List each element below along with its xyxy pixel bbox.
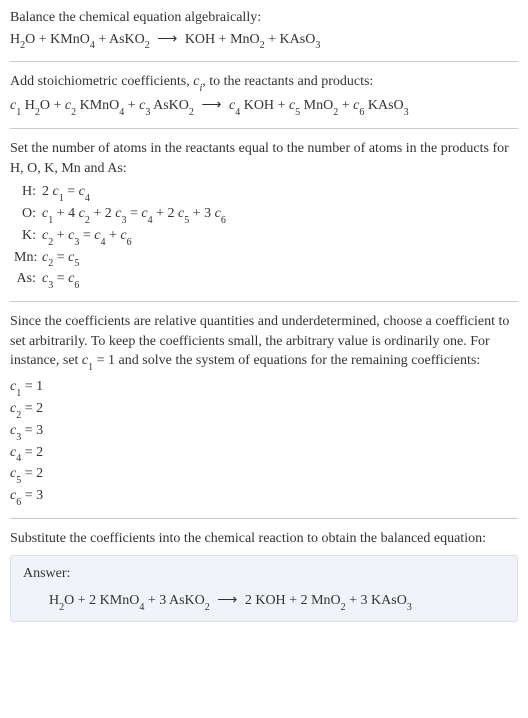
divider bbox=[10, 128, 518, 129]
section-stoich: Add stoichiometric coefficients, ci, to … bbox=[10, 72, 518, 118]
divider bbox=[10, 61, 518, 62]
intro-text: Add stoichiometric coefficients, ci, to … bbox=[10, 72, 518, 94]
unbalanced-equation: H2O + KMnO4 + AsKO2 ⟶ KOH + MnO2 + KAsO3 bbox=[10, 30, 518, 52]
coeff-row: c6 = 3 bbox=[10, 486, 518, 508]
coeff-equation: c1 H2O + c2 KMnO4 + c3 AsKO2 ⟶ c4 KOH + … bbox=[10, 96, 518, 118]
coeff-row: c3 = 3 bbox=[10, 421, 518, 443]
coeff-row: c2 = 2 bbox=[10, 399, 518, 421]
intro-text: Since the coefficients are relative quan… bbox=[10, 312, 518, 373]
atom-equations-table: H:2 c1 = c4O:c1 + 4 c2 + 2 c3 = c4 + 2 c… bbox=[14, 182, 518, 291]
divider bbox=[10, 518, 518, 519]
section-substitute: Substitute the coefficients into the che… bbox=[10, 529, 518, 622]
atom-row: As:c3 = c6 bbox=[14, 269, 518, 291]
coeff-row: c4 = 2 bbox=[10, 443, 518, 465]
intro-text: Balance the chemical equation algebraica… bbox=[10, 8, 518, 28]
divider bbox=[10, 301, 518, 302]
coeff-row: c5 = 2 bbox=[10, 464, 518, 486]
atom-row: K:c2 + c3 = c4 + c6 bbox=[14, 226, 518, 248]
atom-row: O:c1 + 4 c2 + 2 c3 = c4 + 2 c5 + 3 c6 bbox=[14, 204, 518, 226]
intro-text: Substitute the coefficients into the che… bbox=[10, 529, 518, 549]
coeff-list: c1 = 1c2 = 2c3 = 3c4 = 2c5 = 2c6 = 3 bbox=[10, 377, 518, 508]
answer-label: Answer: bbox=[23, 564, 505, 584]
atom-row: H:2 c1 = c4 bbox=[14, 182, 518, 204]
coeff-row: c1 = 1 bbox=[10, 377, 518, 399]
section-atoms: Set the number of atoms in the reactants… bbox=[10, 139, 518, 291]
intro-text: Set the number of atoms in the reactants… bbox=[10, 139, 518, 178]
section-solve: Since the coefficients are relative quan… bbox=[10, 312, 518, 508]
balanced-equation: H2O + 2 KMnO4 + 3 AsKO2 ⟶ 2 KOH + 2 MnO2… bbox=[23, 591, 505, 613]
answer-box: Answer: H2O + 2 KMnO4 + 3 AsKO2 ⟶ 2 KOH … bbox=[10, 555, 518, 622]
section-balance-intro: Balance the chemical equation algebraica… bbox=[10, 8, 518, 51]
atom-row: Mn:c2 = c5 bbox=[14, 248, 518, 270]
